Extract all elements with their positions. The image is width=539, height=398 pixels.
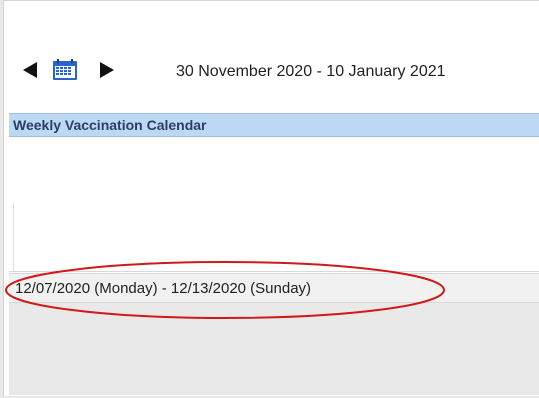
calendar-icon (53, 59, 77, 80)
lower-panel (9, 303, 539, 395)
calendar-body (9, 137, 539, 272)
section-header: Weekly Vaccination Calendar (9, 113, 539, 137)
next-period-button[interactable] (98, 61, 116, 79)
section-title: Weekly Vaccination Calendar (13, 117, 207, 133)
date-navigation: 30 November 2020 - 10 January 2021 (4, 53, 539, 93)
week-row[interactable]: 12/07/2020 (Monday) - 12/13/2020 (Sunday… (9, 273, 539, 303)
triangle-left-icon (23, 62, 37, 78)
date-range-label: 30 November 2020 - 10 January 2021 (176, 63, 446, 80)
triangle-right-icon (100, 62, 114, 78)
previous-period-button[interactable] (21, 61, 39, 79)
calendar-panel: 30 November 2020 - 10 January 2021 Weekl… (3, 0, 539, 396)
calendar-picker-button[interactable] (51, 59, 79, 81)
divider (13, 203, 14, 271)
week-range-label: 12/07/2020 (Monday) - 12/13/2020 (Sunday… (15, 280, 312, 297)
